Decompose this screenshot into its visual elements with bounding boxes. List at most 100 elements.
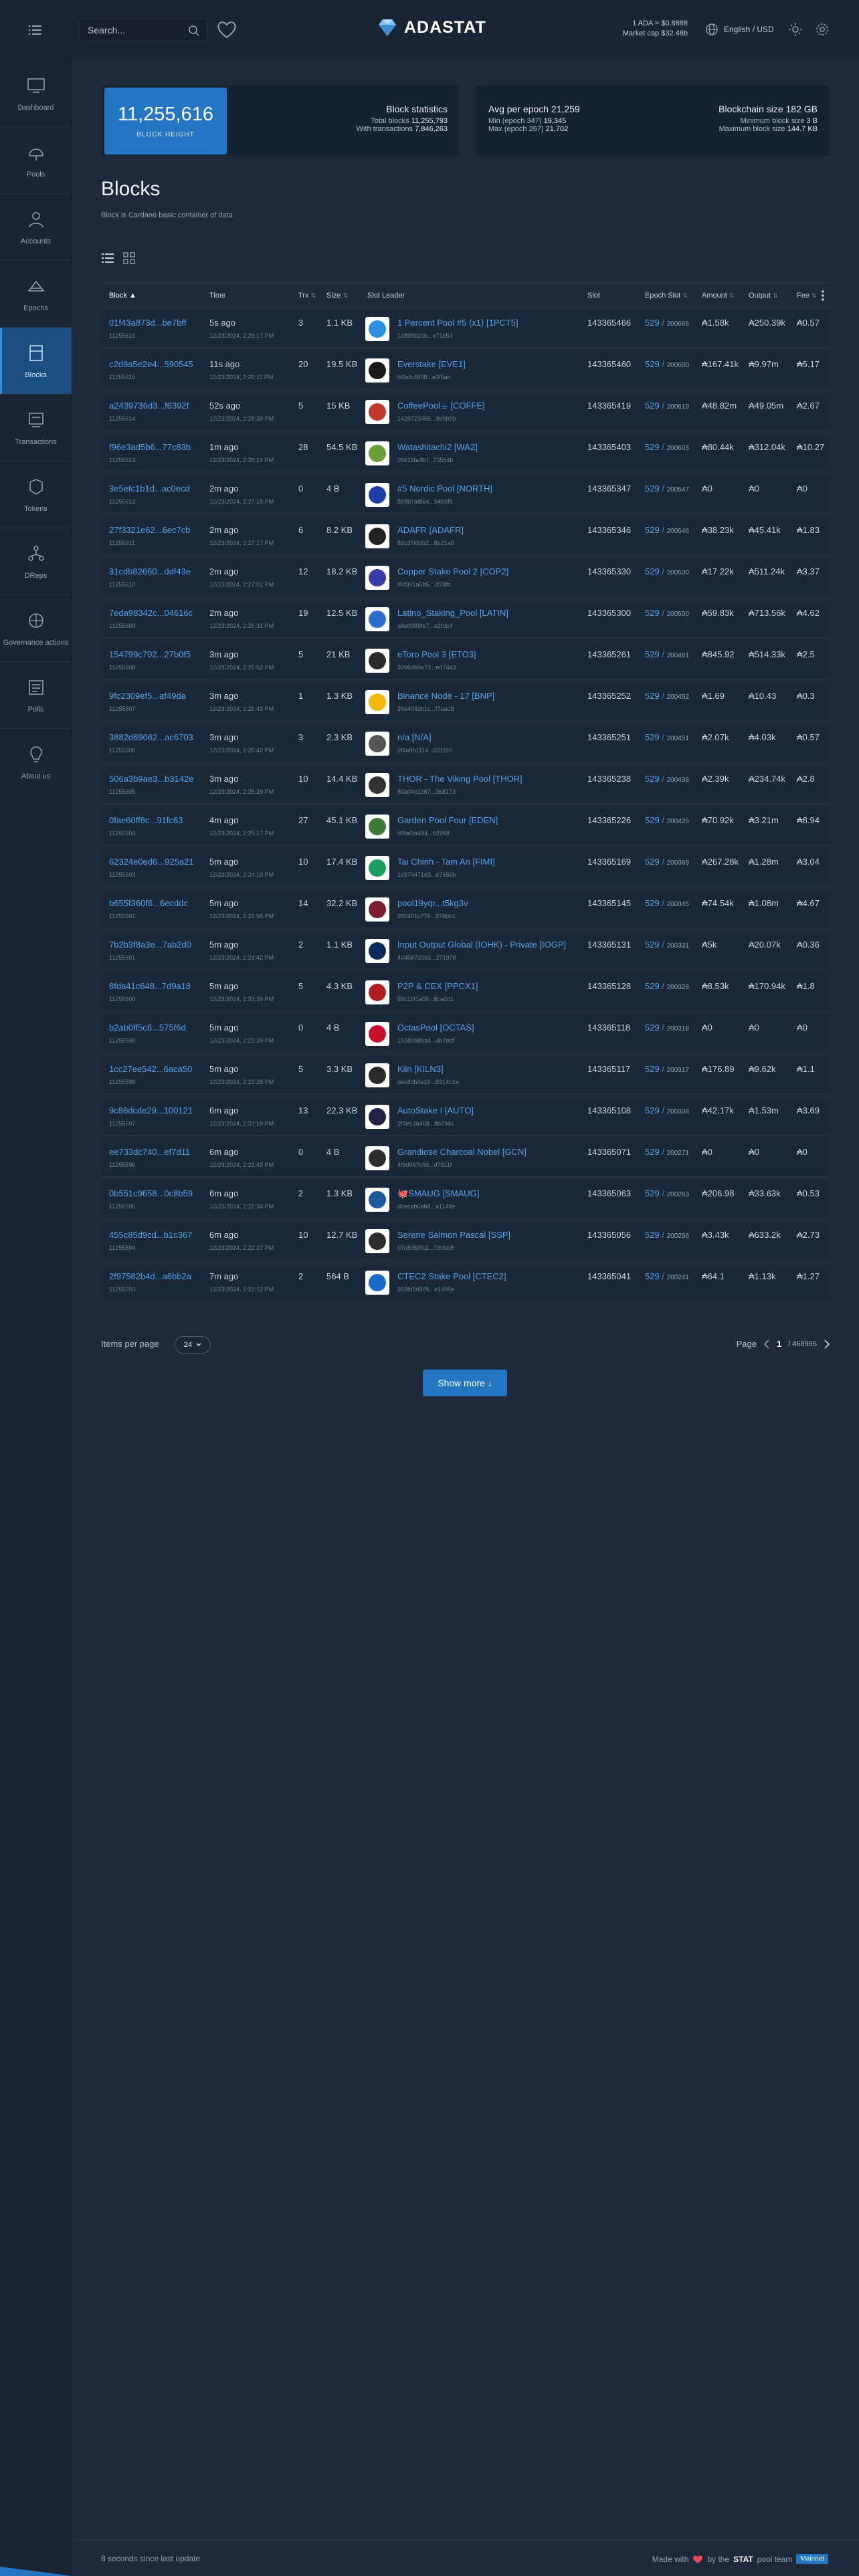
slot-leader-link[interactable]: Watashitachi2 [WA2] [397, 442, 478, 452]
epoch-link[interactable]: 529 [645, 442, 660, 452]
block-hash-link[interactable]: 62324e0ed6...925a21 [109, 857, 194, 867]
slot-leader-link[interactable]: 1 Percent Pool #5 (x1) [1PCT5] [397, 318, 518, 328]
pool-avatar[interactable] [365, 1022, 389, 1046]
header-amount[interactable]: Amount ⇅ [702, 292, 735, 300]
epoch-link[interactable]: 529 [645, 1188, 660, 1198]
pool-avatar[interactable] [365, 690, 389, 714]
show-more-button[interactable]: Show more ↓ [423, 1370, 507, 1396]
epoch-link[interactable]: 529 [645, 691, 660, 701]
block-hash-link[interactable]: 0b551c9658...0c8b59 [109, 1188, 193, 1198]
slot-leader-link[interactable]: THOR - The Viking Pool [THOR] [397, 774, 522, 784]
sidebar-item-about[interactable]: About us [0, 729, 72, 796]
pool-avatar[interactable] [365, 980, 389, 1004]
header-epoch-slot[interactable]: Epoch Slot ⇅ [645, 292, 688, 300]
pool-avatar[interactable] [365, 732, 389, 756]
slot-leader-link[interactable]: ADAFR [ADAFR] [397, 525, 464, 535]
epoch-link[interactable]: 529 [645, 1105, 660, 1115]
epoch-link[interactable]: 529 [645, 1064, 660, 1074]
pool-avatar[interactable] [365, 939, 389, 963]
menu-toggle-icon[interactable] [27, 21, 44, 39]
slot-leader-link[interactable]: pool19yqr...t5kg3v [397, 898, 468, 908]
pool-avatar[interactable] [365, 483, 389, 507]
sidebar-item-transactions[interactable]: Transactions [0, 395, 72, 461]
slot-leader-link[interactable]: 🐙SMAUG [SMAUG] [397, 1188, 479, 1199]
epoch-link[interactable]: 529 [645, 774, 660, 784]
language-currency-selector[interactable]: English / USD [705, 23, 774, 36]
pool-avatar[interactable] [365, 317, 389, 341]
sidebar-item-dreps[interactable]: DReps [0, 528, 72, 595]
block-hash-link[interactable]: f96e3ad5b6...77c83b [109, 442, 191, 452]
epoch-link[interactable]: 529 [645, 857, 660, 867]
block-hash-link[interactable]: 1cc27ee542...6aca50 [109, 1064, 192, 1074]
slot-leader-link[interactable]: Input Output Global (IOHK) - Private [IO… [397, 940, 566, 950]
epoch-link[interactable]: 529 [645, 359, 660, 369]
pool-avatar[interactable] [365, 856, 389, 880]
chevron-left-icon[interactable] [763, 1339, 770, 1349]
pool-avatar[interactable] [365, 400, 389, 424]
pool-avatar[interactable] [365, 1271, 389, 1295]
slot-leader-link[interactable]: Kiln [KILN3] [397, 1064, 444, 1074]
block-hash-link[interactable]: a2439736d3...f6392f [109, 401, 189, 411]
block-hash-link[interactable]: 8fda41c648...7d9a18 [109, 981, 191, 991]
epoch-link[interactable]: 529 [645, 318, 660, 328]
block-hash-link[interactable]: b655f360f6...6ecddc [109, 898, 188, 908]
slot-leader-link[interactable]: Latino_Staking_Pool [LATIN] [397, 608, 508, 618]
list-view-icon[interactable] [101, 251, 114, 265]
block-hash-link[interactable]: 455c85d9cd...b1c367 [109, 1230, 192, 1240]
header-slot[interactable]: Slot [587, 292, 600, 300]
slot-leader-link[interactable]: AutoStake I [AUTO] [397, 1105, 474, 1115]
epoch-link[interactable]: 529 [645, 940, 660, 950]
block-hash-link[interactable]: 154799c702...27b0f5 [109, 649, 191, 659]
block-hash-link[interactable]: 9c86dcde29...100121 [109, 1105, 193, 1115]
search-icon[interactable] [188, 25, 200, 37]
sidebar-item-epochs[interactable]: Epochs [0, 261, 72, 328]
pool-avatar[interactable] [365, 607, 389, 631]
epoch-link[interactable]: 529 [645, 898, 660, 908]
slot-leader-link[interactable]: Tai Chinh - Tam An [FIMI] [397, 857, 495, 867]
epoch-link[interactable]: 529 [645, 732, 660, 742]
header-slot-leader[interactable]: Slot Leader [367, 292, 405, 300]
epoch-link[interactable]: 529 [645, 484, 660, 494]
block-hash-link[interactable]: c2d9a5e2e4...590545 [109, 359, 193, 369]
block-hash-link[interactable]: 3882d69062...ac6703 [109, 732, 193, 742]
epoch-link[interactable]: 529 [645, 1023, 660, 1033]
pool-avatar[interactable] [365, 649, 389, 673]
epoch-link[interactable]: 529 [645, 1230, 660, 1240]
slot-leader-link[interactable]: OctasPool [OCTAS] [397, 1023, 474, 1033]
items-per-page-select[interactable]: 24 [175, 1336, 211, 1354]
pool-avatar[interactable] [365, 773, 389, 797]
pool-avatar[interactable] [365, 1146, 389, 1170]
block-hash-link[interactable]: 506a3b9ae3...b3142e [109, 774, 194, 784]
pool-avatar[interactable] [365, 897, 389, 922]
header-size[interactable]: Size ⇅ [326, 292, 348, 300]
favorites-heart-icon[interactable] [215, 18, 238, 41]
slot-leader-link[interactable]: Binance Node - 17 [BNP] [397, 691, 494, 701]
header-block[interactable]: Block ▲ [109, 292, 136, 300]
pool-avatar[interactable] [365, 358, 389, 383]
block-hash-link[interactable]: 9fc2309ef5...af49da [109, 691, 186, 701]
epoch-link[interactable]: 529 [645, 401, 660, 411]
sidebar-item-polls[interactable]: Polls [0, 662, 72, 729]
pool-avatar[interactable] [365, 524, 389, 548]
slot-leader-link[interactable]: Everstake [EVE1] [397, 359, 466, 369]
slot-leader-link[interactable]: Serene Salmon Pascal [SSP] [397, 1230, 510, 1240]
block-hash-link[interactable]: 3e5efc1b1d...ac0ecd [109, 484, 190, 494]
block-hash-link[interactable]: ee733dc740...ef7d11 [109, 1147, 190, 1157]
sidebar-item-accounts[interactable]: Accounts [0, 194, 72, 261]
current-page[interactable]: 1 [777, 1339, 781, 1349]
header-time[interactable]: Time [209, 292, 225, 300]
pool-avatar[interactable] [365, 1188, 389, 1212]
pool-avatar[interactable] [365, 441, 389, 465]
epoch-link[interactable]: 529 [645, 1271, 660, 1281]
slot-leader-link[interactable]: CTEC2 Stake Pool [CTEC2] [397, 1271, 506, 1281]
theme-toggle-icon[interactable] [788, 22, 803, 37]
header-trx[interactable]: Trx ⇅ [298, 292, 316, 300]
block-hash-link[interactable]: 01f43a873d...be7bff [109, 318, 186, 328]
gear-icon[interactable] [815, 22, 830, 37]
epoch-link[interactable]: 529 [645, 525, 660, 535]
slot-leader-link[interactable]: CoffeePool☕ [COFFE] [397, 401, 485, 411]
slot-leader-link[interactable]: P2P & CEX [PPCX1] [397, 981, 478, 991]
epoch-link[interactable]: 529 [645, 815, 660, 825]
grid-view-icon[interactable] [122, 251, 136, 265]
epoch-link[interactable]: 529 [645, 981, 660, 991]
